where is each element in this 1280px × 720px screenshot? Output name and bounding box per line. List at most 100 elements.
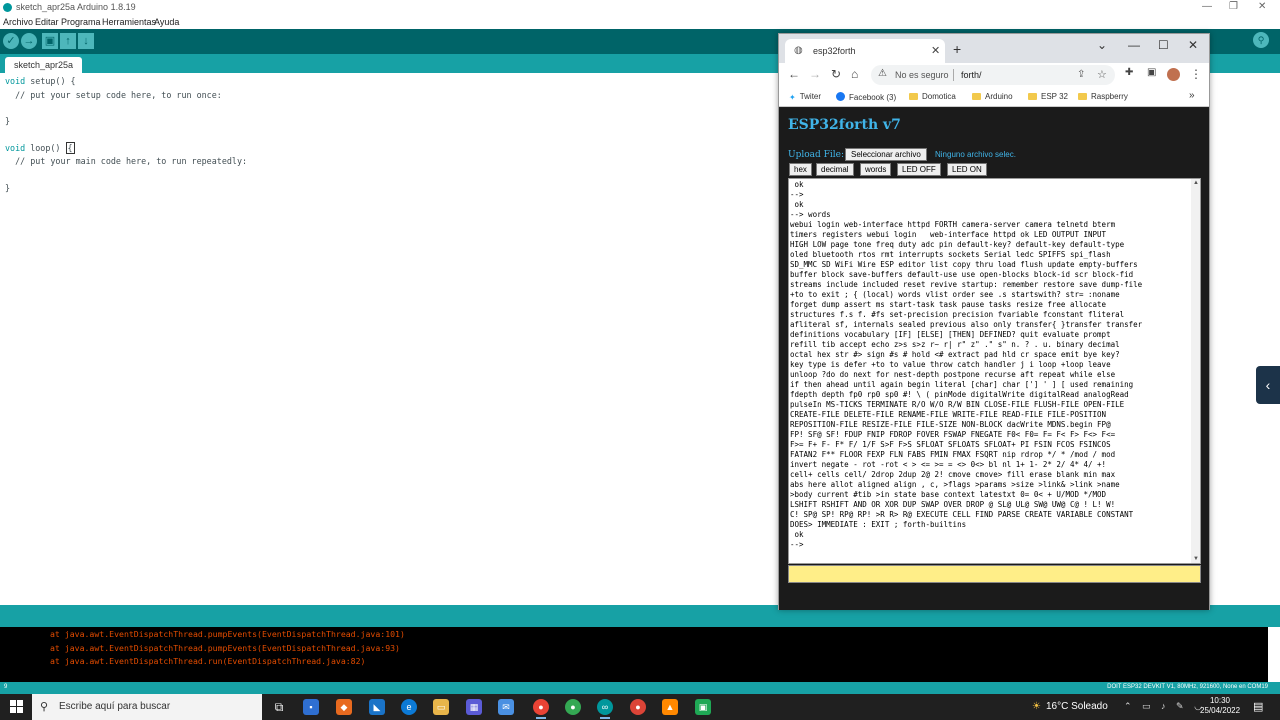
terminal-line: unloop ?do do next for nest-depth postpo… — [790, 370, 1116, 379]
chrome-alt-icon[interactable]: ● — [630, 699, 646, 715]
taskbar-search[interactable]: ⚲ Escribe aquí para buscar — [32, 694, 262, 720]
extensions-icon[interactable]: ✚ — [1125, 67, 1133, 78]
chrome-close-button[interactable]: ✕ — [1188, 38, 1198, 52]
menu-ayuda[interactable]: Ayuda — [154, 17, 179, 27]
terminal-line: --> — [790, 540, 804, 549]
search-icon: ⚲ — [40, 701, 49, 713]
terminal-line: cell+ cells cell/ 2drop 2dup 2@ 2! cmove… — [790, 470, 1116, 479]
share-icon[interactable]: ⇪ — [1077, 69, 1085, 80]
command-input[interactable] — [788, 565, 1201, 583]
chrome-navbar: ← → ↻ ⌂ ⚠ No es seguro forth/ ⇪ ☆ ✚ ▣ ⋮ — [779, 63, 1209, 87]
reload-icon[interactable]: ↻ — [831, 67, 841, 81]
url-text: forth/ — [961, 70, 982, 80]
bookmark-twiter[interactable]: ✦ Twiter — [789, 92, 821, 102]
notification-icon[interactable]: ▤ — [1253, 700, 1263, 713]
menu-herramientas[interactable]: Herramientas — [102, 17, 156, 27]
bookmarks-bar: ✦ Twiter Facebook (3) Domotica Arduino ES… — [779, 87, 1209, 107]
chrome-icon[interactable]: ● — [533, 699, 549, 719]
mail-icon[interactable]: ✉ — [498, 699, 514, 715]
code-text: loop() — [25, 143, 66, 153]
terminal-line: SD_MMC SD WiFi Wire ESP editor list copy… — [790, 260, 1138, 269]
bookmark-domotica[interactable]: Domotica — [909, 92, 956, 101]
scroll-up-icon[interactable]: ▲ — [1193, 180, 1199, 186]
bookmark-label: Arduino — [985, 92, 1013, 101]
save-app-icon[interactable]: ▪ — [303, 699, 319, 715]
menu-programa[interactable]: Programa — [61, 17, 101, 27]
words-button[interactable]: words — [860, 163, 892, 176]
terminal-line: FATAN2 F** FLOOR FEXP FLN FABS FMIN FMAX… — [790, 450, 1116, 459]
bookmark-star-icon[interactable]: ☆ — [1097, 68, 1107, 81]
serial-monitor-button[interactable]: ⚲ — [1253, 32, 1269, 48]
bookmark-esp32[interactable]: ESP 32 — [1028, 92, 1068, 101]
decimal-button[interactable]: decimal — [816, 163, 854, 176]
app-icon[interactable]: ◆ — [336, 699, 352, 715]
upload-button[interactable]: → — [21, 33, 37, 49]
ide-menubar: Archivo Editar Programa Herramientas Ayu… — [0, 15, 1280, 29]
close-tab-icon[interactable]: ✕ — [931, 44, 940, 57]
task-view-icon[interactable]: ⧉ — [271, 699, 287, 715]
terminal-line: --> — [790, 190, 804, 199]
bookmark-raspberry[interactable]: Raspberry — [1078, 92, 1128, 101]
chrome-profile-icon[interactable]: ● — [565, 699, 581, 715]
open-sketch-button[interactable]: ↑ — [60, 33, 76, 49]
console-scrollbar[interactable] — [1268, 627, 1280, 682]
scroll-down-icon[interactable]: ▼ — [1193, 556, 1199, 562]
search-placeholder: Escribe aquí para buscar — [59, 701, 171, 712]
bookmark-label: Facebook (3) — [849, 93, 897, 102]
menu-archivo[interactable]: Archivo — [3, 17, 33, 27]
page-title: ESP32forth v7 — [788, 117, 901, 133]
chrome-menu-icon[interactable]: ⋮ — [1190, 67, 1202, 81]
hex-button[interactable]: hex — [789, 163, 812, 176]
sidebar-icon[interactable]: ▣ — [1147, 67, 1156, 78]
ide-maximize-button[interactable]: ❐ — [1229, 1, 1238, 12]
windows-start-icon[interactable] — [10, 700, 23, 713]
chevron-left-icon[interactable]: ‹ — [1256, 366, 1280, 404]
sun-icon: ☀ — [1032, 701, 1041, 712]
home-icon[interactable]: ⌂ — [851, 67, 858, 81]
store-icon[interactable]: ▦ — [466, 699, 482, 715]
verify-button[interactable]: ✓ — [3, 33, 19, 49]
bookmarks-overflow-icon[interactable]: » — [1189, 90, 1195, 101]
chrome-maximize-button[interactable]: ☐ — [1158, 38, 1169, 52]
ide-minimize-button[interactable]: — — [1202, 1, 1212, 12]
chrome-minimize-button[interactable]: — — [1128, 38, 1140, 52]
ide-close-button[interactable]: ✕ — [1258, 1, 1266, 12]
code-line: void loop() { — [5, 142, 75, 154]
warning-icon[interactable]: ⚠ — [878, 68, 887, 79]
new-tab-button[interactable]: + — [953, 41, 961, 57]
profile-avatar[interactable] — [1167, 68, 1180, 81]
led-on-button[interactable]: LED ON — [947, 163, 987, 176]
vlc-icon[interactable]: ▲ — [662, 699, 678, 715]
forward-icon[interactable]: → — [809, 67, 821, 81]
save-sketch-button[interactable]: ↓ — [78, 33, 94, 49]
terminal-line: ok — [790, 530, 804, 539]
bookmark-label: Raspberry — [1091, 92, 1128, 101]
line-number: 9 — [4, 684, 8, 690]
tab-esp32forth[interactable]: ◍ esp32forth ✕ — [785, 39, 945, 63]
ide-titlebar: sketch_apr25a Arduino 1.8.19 — ❐ ✕ — [0, 0, 1280, 15]
terminal-scrollbar[interactable]: ▲ ▼ — [1191, 179, 1200, 563]
ide-bottom-bar: 9 DOIT ESP32 DEVKIT V1, 80MHz, 921600, N… — [0, 682, 1280, 694]
tab-sketch[interactable]: sketch_apr25a — [5, 57, 83, 73]
tab-search-icon[interactable]: ⌄ — [1097, 38, 1107, 52]
edge-icon[interactable]: e — [401, 699, 417, 715]
bookmark-arduino[interactable]: Arduino — [972, 92, 1013, 101]
weather-widget[interactable]: ☀ 16°C Soleado — [1032, 701, 1108, 712]
choose-file-button[interactable]: Seleccionar archivo — [845, 148, 927, 161]
new-sketch-button[interactable]: ▣ — [42, 33, 58, 49]
taskbar-clock[interactable]: 10:30 25/04/2022 — [1200, 696, 1240, 716]
app-green-icon[interactable]: ▣ — [695, 699, 711, 715]
terminal-output[interactable]: ok --> ok --> words webui login web-interfa… — [788, 178, 1201, 564]
vscode-icon[interactable]: ◣ — [369, 699, 385, 715]
system-tray[interactable]: ⌃ ▭ ♪ ✎ ◡ — [1124, 701, 1206, 712]
arduino-icon[interactable]: ∞ — [597, 699, 613, 719]
address-bar[interactable]: ⚠ No es seguro forth/ ⇪ ☆ — [871, 65, 1115, 85]
terminal-line: octal hex str #> sign #s # hold <# extra… — [790, 350, 1120, 359]
led-off-button[interactable]: LED OFF — [897, 163, 941, 176]
bookmark-facebook[interactable]: Facebook (3) — [836, 92, 896, 102]
menu-editar[interactable]: Editar — [35, 17, 59, 27]
text-cursor: { — [65, 142, 75, 154]
upload-label: Upload File: — [788, 150, 844, 160]
file-explorer-icon[interactable]: ▭ — [433, 699, 449, 715]
back-icon[interactable]: ← — [788, 67, 800, 81]
